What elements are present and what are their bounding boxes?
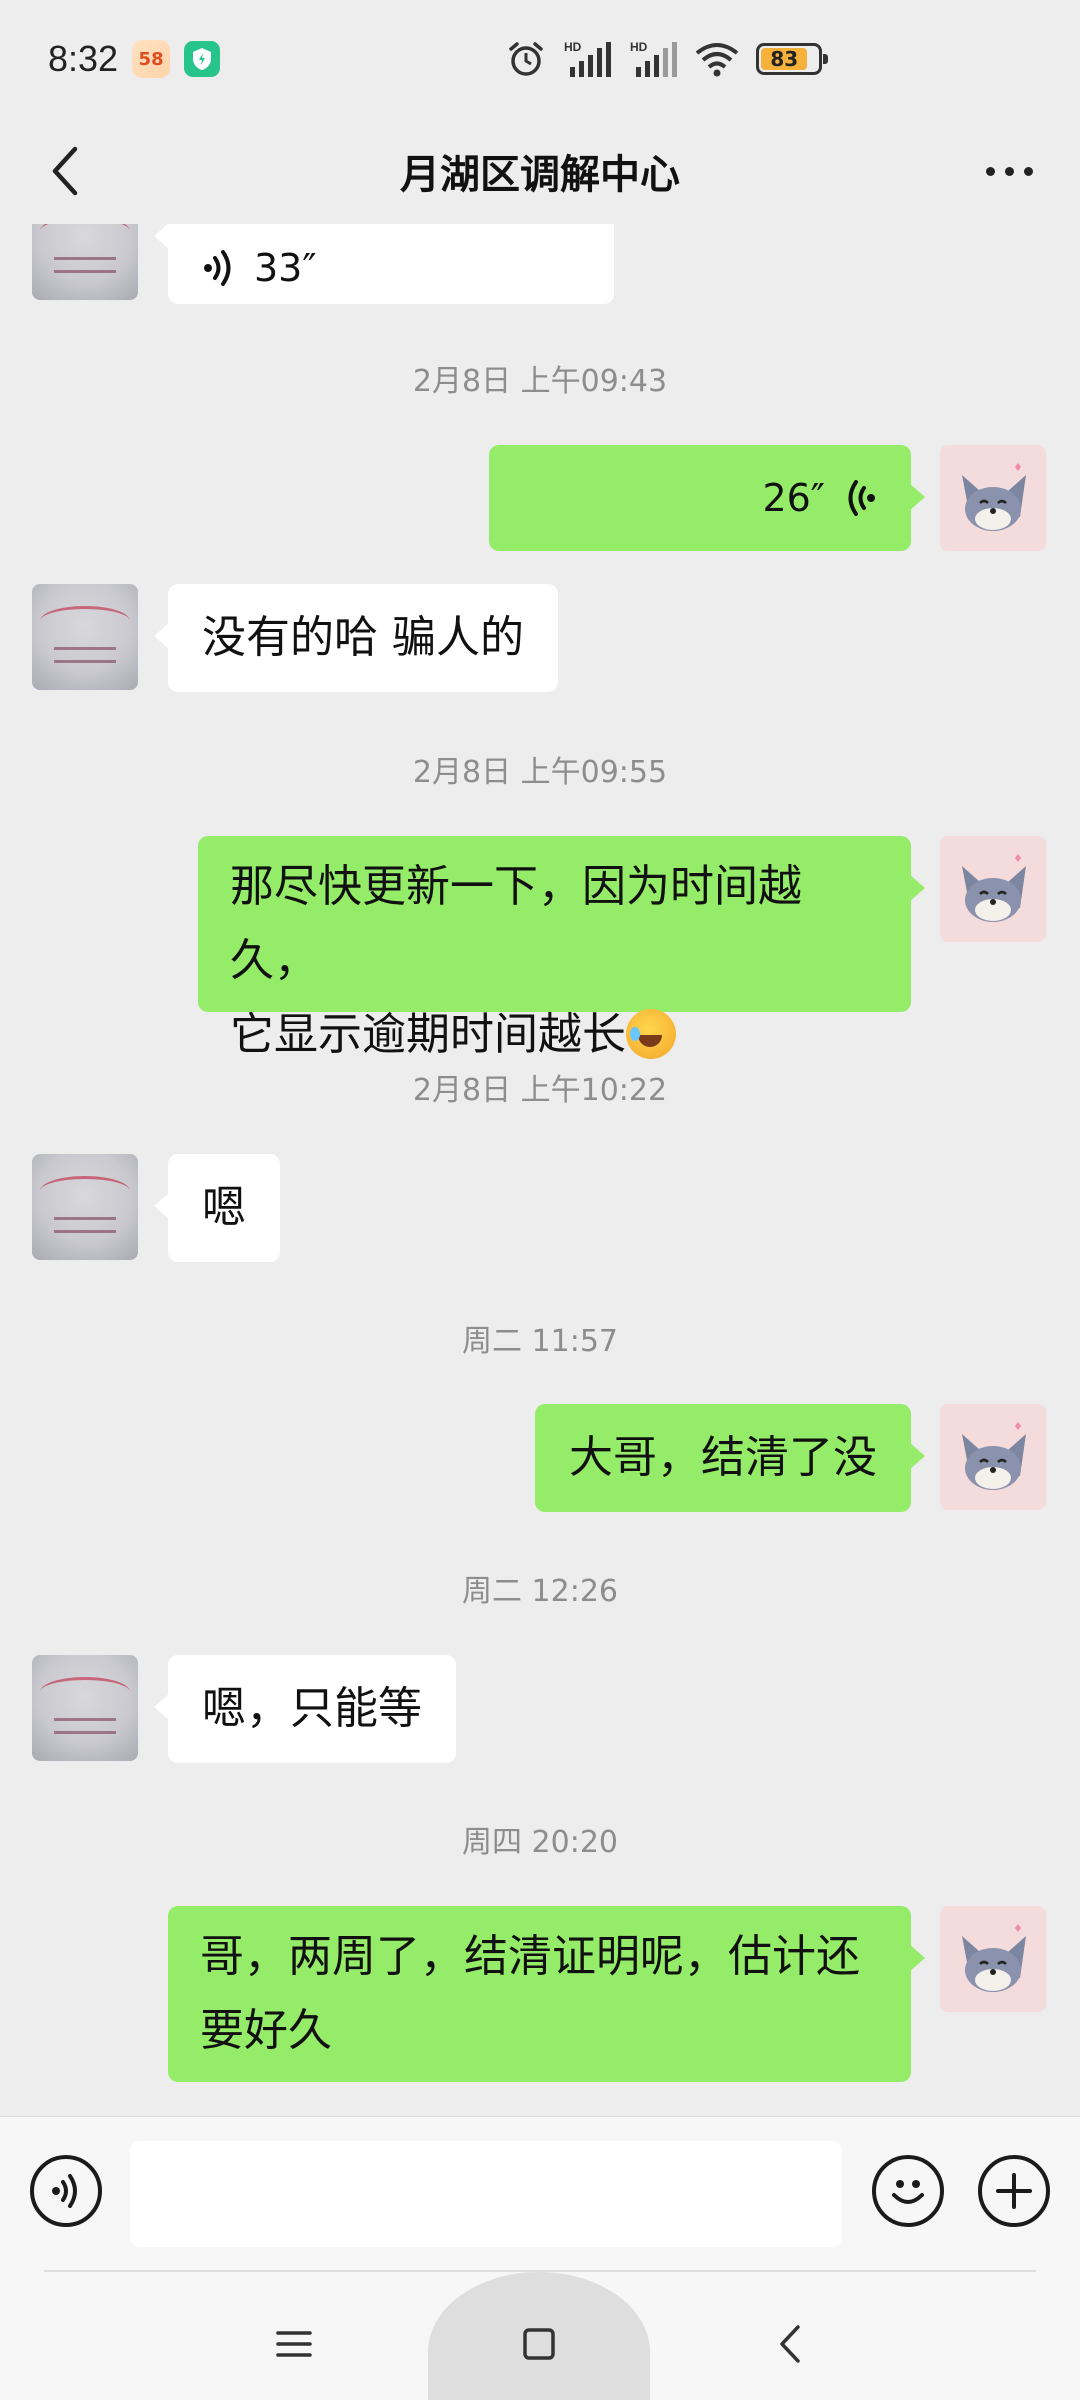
- svg-text:HD: HD: [630, 40, 648, 54]
- shield-app-icon: [184, 41, 221, 77]
- app-58-icon: 58: [132, 40, 171, 78]
- home-button[interactable]: [511, 2316, 567, 2372]
- voice-wave-icon: [204, 250, 231, 286]
- system-navigation-bar: [0, 2272, 1080, 2400]
- more-options-button[interactable]: [974, 146, 1044, 196]
- wifi-icon: [694, 41, 740, 77]
- message-timestamp: 2月8日 上午09:55: [412, 755, 668, 790]
- signal-1-icon: HD: [562, 39, 612, 79]
- message-list[interactable]: 33″ 2月8日 上午09:43 26″ 没有的哈 骗人的 2月8日 上午09:…: [0, 224, 1080, 2116]
- message-timestamp: 周四 20:20: [462, 1825, 618, 1860]
- message-line: 哥，两周了，结清证明呢，估计还: [200, 1931, 860, 1982]
- more-dot-icon: [1004, 166, 1014, 176]
- message-line: 那尽快更新一下，因为时间越久，: [230, 861, 802, 986]
- contact-avatar[interactable]: [32, 584, 138, 690]
- voice-message-outgoing[interactable]: 26″: [489, 445, 925, 551]
- nav-back-button[interactable]: [762, 2316, 818, 2372]
- message-timestamp: 周二 11:57: [462, 1324, 618, 1359]
- cat-face-icon: [962, 854, 1026, 922]
- battery-level: 83: [761, 47, 808, 71]
- cat-face-icon: [962, 1422, 1026, 1490]
- my-avatar[interactable]: [940, 445, 1046, 551]
- recent-apps-button[interactable]: [266, 2316, 322, 2372]
- more-dot-icon: [985, 166, 995, 176]
- chat-title: 月湖区调解中心: [400, 152, 680, 198]
- message-input[interactable]: [130, 2141, 842, 2247]
- message-line: 要好久: [200, 2005, 332, 2056]
- back-button[interactable]: [36, 142, 94, 200]
- contact-avatar[interactable]: [32, 1154, 138, 1260]
- my-avatar[interactable]: [940, 836, 1046, 942]
- contact-avatar[interactable]: [32, 224, 138, 300]
- voice-message-incoming[interactable]: 33″: [154, 224, 614, 304]
- input-bar: [0, 2116, 1080, 2272]
- voice-wave-icon: [848, 480, 875, 516]
- contact-avatar[interactable]: [32, 1655, 138, 1761]
- message-outgoing[interactable]: 大哥，结清了没: [535, 1404, 925, 1512]
- message-outgoing[interactable]: 那尽快更新一下，因为时间越久， 它显示逾期时间越长: [198, 836, 925, 1060]
- message-timestamp: 2月8日 上午09:43: [412, 364, 668, 399]
- chevron-left-icon: [52, 146, 78, 196]
- chat-screen: 8:32 58 HD HD 83 月湖区调解中心 33″ 2月8日 上午09:4…: [0, 0, 1080, 2400]
- my-avatar[interactable]: [940, 1404, 1046, 1510]
- status-time: 8:32: [48, 38, 119, 79]
- cat-face-icon: [962, 463, 1026, 531]
- more-actions-button[interactable]: [978, 2155, 1050, 2227]
- message-timestamp: 周二 12:26: [462, 1574, 618, 1609]
- title-bar: 月湖区调解中心: [0, 118, 1080, 224]
- my-avatar[interactable]: [940, 1906, 1046, 2012]
- emoji-button[interactable]: [872, 2155, 944, 2227]
- message-incoming[interactable]: 嗯，只能等: [154, 1655, 456, 1763]
- battery-icon: 83: [756, 43, 828, 75]
- laugh-cry-emoji-icon: [626, 1009, 676, 1059]
- svg-text:HD: HD: [564, 40, 582, 54]
- message-outgoing[interactable]: 哥，两周了，结清证明呢，估计还 要好久: [168, 1906, 925, 2082]
- signal-2-icon: HD: [628, 39, 678, 79]
- status-right-group: HD HD 83: [506, 39, 828, 79]
- message-timestamp: 2月8日 上午10:22: [412, 1073, 668, 1108]
- voice-toggle-icon: [52, 2174, 77, 2208]
- voice-input-button[interactable]: [30, 2155, 102, 2227]
- status-bar: 8:32 58 HD HD 83: [0, 0, 1080, 118]
- voice-duration: 26″: [762, 476, 825, 520]
- menu-icon: [276, 2331, 312, 2357]
- smiley-icon: [892, 2180, 924, 2204]
- chevron-left-icon: [780, 2325, 800, 2363]
- alarm-icon: [506, 39, 546, 79]
- more-dot-icon: [1023, 166, 1033, 176]
- square-icon: [523, 2328, 555, 2360]
- plus-icon: [996, 2173, 1032, 2209]
- cat-face-icon: [962, 1924, 1026, 1992]
- voice-duration: 33″: [254, 246, 317, 290]
- message-line: 它显示逾期时间越长: [230, 1009, 626, 1060]
- message-incoming[interactable]: 没有的哈 骗人的: [154, 584, 558, 692]
- message-incoming[interactable]: 嗯: [154, 1154, 280, 1262]
